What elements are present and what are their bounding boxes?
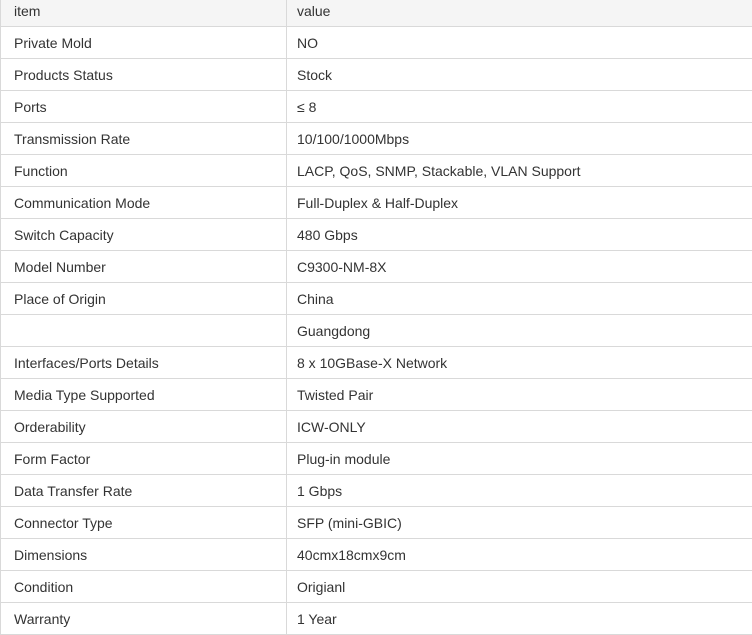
- value-cell: Twisted Pair: [286, 378, 752, 411]
- table-row: Interfaces/Ports Details 8 x 10GBase-X N…: [0, 346, 752, 379]
- item-cell: Dimensions: [0, 538, 287, 571]
- table-row: Ports ≤ 8: [0, 90, 752, 123]
- value-cell: 1 Gbps: [286, 474, 752, 507]
- value-cell: 480 Gbps: [286, 218, 752, 251]
- table-row: Place of Origin China: [0, 282, 752, 315]
- table-row: Products Status Stock: [0, 58, 752, 91]
- table-row: Connector Type SFP (mini-GBIC): [0, 506, 752, 539]
- value-cell: C9300-NM-8X: [286, 250, 752, 283]
- item-cell: Function: [0, 154, 287, 187]
- header-value: value: [286, 0, 752, 27]
- table-row: Transmission Rate 10/100/1000Mbps: [0, 122, 752, 155]
- spec-table-body: Private Mold NO Products Status Stock Po…: [0, 26, 752, 635]
- item-cell: Products Status: [0, 58, 287, 91]
- item-cell: Data Transfer Rate: [0, 474, 287, 507]
- item-cell: Model Number: [0, 250, 287, 283]
- header-item: item: [0, 0, 287, 27]
- table-row: Form Factor Plug-in module: [0, 442, 752, 475]
- value-cell: LACP, QoS, SNMP, Stackable, VLAN Support: [286, 154, 752, 187]
- value-cell: Stock: [286, 58, 752, 91]
- item-cell: Transmission Rate: [0, 122, 287, 155]
- table-row: Guangdong: [0, 314, 752, 347]
- spec-table-header: item value: [0, 0, 752, 27]
- table-row: Communication Mode Full-Duplex & Half-Du…: [0, 186, 752, 219]
- table-row: Private Mold NO: [0, 26, 752, 59]
- value-cell: Full-Duplex & Half-Duplex: [286, 186, 752, 219]
- table-row: Condition Origianl: [0, 570, 752, 603]
- item-cell: Media Type Supported: [0, 378, 287, 411]
- value-cell: ICW-ONLY: [286, 410, 752, 443]
- item-cell: [0, 314, 287, 347]
- value-cell: 40cmx18cmx9cm: [286, 538, 752, 571]
- item-cell: Condition: [0, 570, 287, 603]
- value-cell: 10/100/1000Mbps: [286, 122, 752, 155]
- table-row: Warranty 1 Year: [0, 602, 752, 635]
- item-cell: Orderability: [0, 410, 287, 443]
- value-cell: ≤ 8: [286, 90, 752, 123]
- table-row: Orderability ICW-ONLY: [0, 410, 752, 443]
- item-cell: Private Mold: [0, 26, 287, 59]
- item-cell: Communication Mode: [0, 186, 287, 219]
- header-row: item value: [0, 0, 752, 27]
- value-cell: Plug-in module: [286, 442, 752, 475]
- value-cell: NO: [286, 26, 752, 59]
- value-cell: Guangdong: [286, 314, 752, 347]
- table-row: Dimensions 40cmx18cmx9cm: [0, 538, 752, 571]
- value-cell: 8 x 10GBase-X Network: [286, 346, 752, 379]
- table-row: Data Transfer Rate 1 Gbps: [0, 474, 752, 507]
- spec-table: item value Private Mold NO Products Stat…: [0, 0, 752, 635]
- value-cell: Origianl: [286, 570, 752, 603]
- item-cell: Connector Type: [0, 506, 287, 539]
- item-cell: Switch Capacity: [0, 218, 287, 251]
- value-cell: China: [286, 282, 752, 315]
- item-cell: Ports: [0, 90, 287, 123]
- value-cell: 1 Year: [286, 602, 752, 635]
- table-row: Media Type Supported Twisted Pair: [0, 378, 752, 411]
- value-cell: SFP (mini-GBIC): [286, 506, 752, 539]
- item-cell: Interfaces/Ports Details: [0, 346, 287, 379]
- table-row: Model Number C9300-NM-8X: [0, 250, 752, 283]
- item-cell: Place of Origin: [0, 282, 287, 315]
- item-cell: Form Factor: [0, 442, 287, 475]
- item-cell: Warranty: [0, 602, 287, 635]
- table-row: Switch Capacity 480 Gbps: [0, 218, 752, 251]
- table-row: Function LACP, QoS, SNMP, Stackable, VLA…: [0, 154, 752, 187]
